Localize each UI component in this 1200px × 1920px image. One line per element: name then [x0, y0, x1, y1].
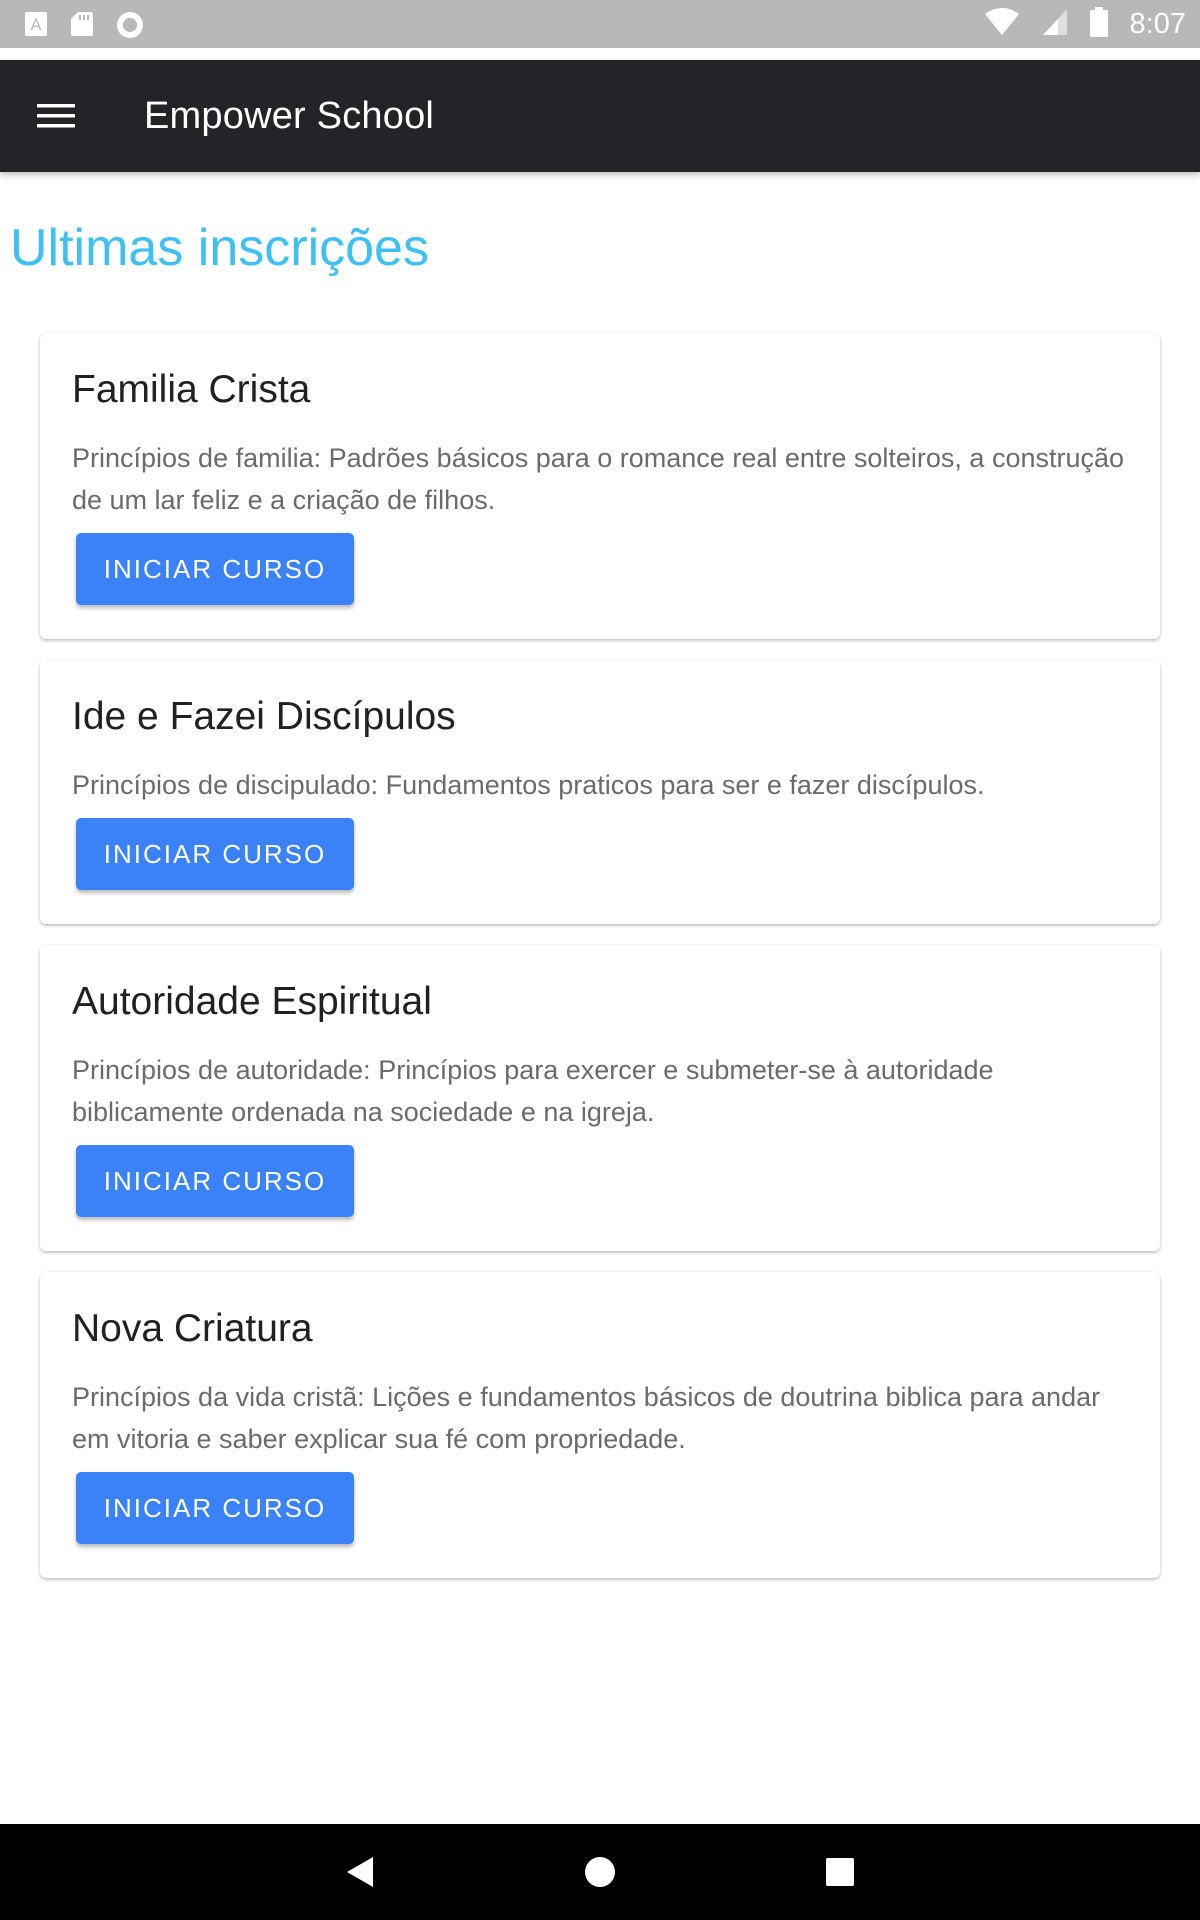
hamburger-menu-icon[interactable]: [0, 60, 112, 172]
back-icon[interactable]: [340, 1852, 380, 1892]
course-card: Autoridade Espiritual Princípios de auto…: [40, 945, 1160, 1251]
wifi-icon: [984, 7, 1020, 41]
text-a-notification-icon: A: [24, 11, 48, 37]
course-title: Autoridade Espiritual: [72, 980, 432, 1023]
course-description: Princípios da vida cristã: Lições e fund…: [72, 1382, 1101, 1454]
course-title: Nova Criatura: [72, 1307, 313, 1350]
app-title: Empower School: [144, 94, 435, 137]
app-bar: Empower School: [0, 60, 1200, 172]
sd-card-icon: [70, 11, 94, 37]
recents-icon[interactable]: [820, 1852, 860, 1892]
course-description: Princípios de autoridade: Princípios par…: [72, 1055, 994, 1127]
cell-signal-icon: [1042, 8, 1068, 41]
status-left: A: [24, 11, 143, 38]
svg-text:A: A: [31, 15, 42, 34]
start-course-button[interactable]: INICIAR CURSO: [76, 1472, 354, 1544]
status-time: 8:07: [1129, 7, 1186, 40]
course-title: Familia Crista: [72, 368, 311, 411]
course-list: Familia Crista Princípios de familia: Pa…: [40, 333, 1160, 1578]
section-title: Ultimas inscrições: [10, 219, 429, 277]
battery-icon: [1089, 6, 1108, 42]
course-description: Princípios de discipulado: Fundamentos p…: [72, 770, 985, 800]
status-right: 8:07: [984, 6, 1186, 42]
navigation-bar: [0, 1824, 1200, 1920]
course-description: Princípios de familia: Padrões básicos p…: [72, 443, 1125, 515]
status-bar: A 8:07: [0, 0, 1200, 48]
start-course-button[interactable]: INICIAR CURSO: [76, 818, 354, 890]
course-card: Nova Criatura Princípios da vida cristã:…: [40, 1272, 1160, 1578]
status-gap: [0, 48, 1200, 60]
start-course-button[interactable]: INICIAR CURSO: [76, 533, 354, 605]
app-screen: A 8:07 Empower School Ultimas inscrições…: [0, 0, 1200, 1920]
home-icon[interactable]: [580, 1852, 620, 1892]
course-title: Ide e Fazei Discípulos: [72, 695, 456, 738]
course-card: Familia Crista Princípios de familia: Pa…: [40, 333, 1160, 639]
course-card: Ide e Fazei Discípulos Princípios de dis…: [40, 660, 1160, 924]
circle-notification-icon: [116, 11, 143, 38]
start-course-button[interactable]: INICIAR CURSO: [76, 1145, 354, 1217]
